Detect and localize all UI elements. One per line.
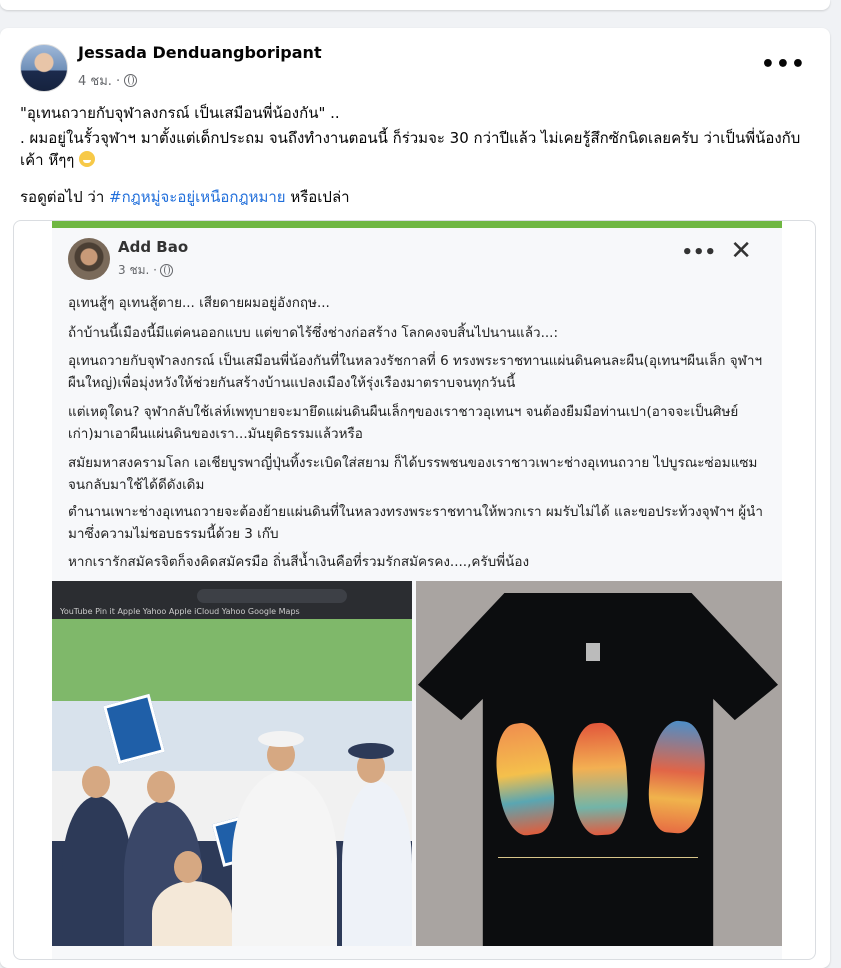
post-text-line3-suffix: หรือเปล่า [285, 188, 350, 206]
post-text-line2: . ผมอยู่ในรั้วจุฬาฯ มาตั้งแต่เด็กประถม จ… [20, 127, 810, 171]
protester-hat [348, 743, 394, 759]
shared-paragraph: หากเรารักสมัครจิตก็จงคิดสมัครมือ ถิ่นสีน… [68, 554, 530, 570]
signature-graphic [498, 846, 698, 858]
browser-url-bar [197, 589, 347, 603]
protest-photo: YouTube Pin it Apple Yahoo Apple iCloud … [52, 581, 412, 946]
footprint-graphic [645, 718, 709, 836]
hashtag-link[interactable]: #กฎหมู่จะอยู่เหนือกฎหมาย [109, 188, 286, 206]
shared-time: 3 ชม. · [118, 263, 157, 277]
shared-post-image[interactable]: Add Bao 3 ชม. · ••• ✕ อุเทนสู้ๆ อุเทนสู้… [13, 220, 816, 960]
shared-close-icon: ✕ [730, 236, 752, 266]
post-card: Jessada Denduangboripant 4 ชม. · ••• "อุ… [0, 28, 830, 968]
globe-icon [124, 74, 138, 87]
shared-paragraph: ตำนานเพาะช่างอุเทนถวายจะต้องย้ายแผ่นดินท… [68, 504, 763, 542]
post-author[interactable]: Jessada Denduangboripant [78, 43, 322, 62]
protester-head [174, 851, 202, 883]
post-text-line3: รอดูต่อไป ว่า #กฎหมู่จะอยู่เหนือกฎหมาย ห… [20, 186, 810, 208]
protester [152, 881, 232, 946]
footprint-graphic [570, 721, 630, 837]
shared-post-screenshot: Add Bao 3 ชม. · ••• ✕ อุเทนสู้ๆ อุเทนสู้… [52, 221, 782, 959]
footprint-graphic [490, 719, 560, 839]
shirt-tag [586, 643, 600, 661]
post-meta: 4 ชม. · [78, 70, 138, 91]
shared-author: Add Bao [118, 238, 189, 256]
browser-bar: YouTube Pin it Apple Yahoo Apple iCloud … [52, 581, 412, 619]
black-tshirt [418, 593, 778, 946]
protester [342, 781, 412, 946]
blue-flag [103, 693, 165, 765]
author-avatar[interactable] [20, 44, 68, 92]
protester-head [82, 766, 110, 798]
protester-hat [258, 731, 304, 747]
shared-globe-icon [159, 264, 173, 277]
shared-meta: 3 ชม. · [118, 261, 173, 280]
shared-paragraph: แต่เหตุใดน? จุฬากลับใช้เล่ห์เพทุบายจะมาย… [68, 404, 739, 442]
shared-paragraph: อุเทนถวายกับจุฬาลงกรณ์ เป็นเสมือนพี่น้อง… [68, 353, 763, 391]
shared-paragraph: ถ้าบ้านนี้เมืองนี้มีแต่คนออกแบบ แต่ขาดไร… [68, 325, 559, 341]
protester [62, 796, 132, 946]
more-options-icon[interactable]: ••• [761, 52, 806, 77]
shared-paragraph: สมัยมหาสงครามโลก เอเชียบูรพาญี่ปุ่นทิ้งร… [68, 455, 758, 493]
post-text-line2-content: . ผมอยู่ในรั้วจุฬาฯ มาตั้งแต่เด็กประถม จ… [20, 129, 801, 169]
previous-post-card [0, 0, 830, 10]
shared-paragraph: อุเทนสู้ๆ อุเทนสู้ตาย... เสียดายผมอยู่อั… [68, 295, 330, 311]
protester [232, 771, 337, 946]
shared-author-avatar [68, 238, 110, 280]
browser-bookmarks: YouTube Pin it Apple Yahoo Apple iCloud … [60, 607, 300, 616]
post-text-line3-prefix: รอดูต่อไป ว่า [20, 188, 110, 206]
post-text-line1: "อุเทนถวายกับจุฬาลงกรณ์ เป็นเสมือนพี่น้อ… [20, 104, 340, 122]
tshirt-photo [416, 581, 782, 946]
shared-more-icon: ••• [681, 242, 716, 263]
post-time[interactable]: 4 ชม. · [78, 70, 120, 91]
protester-head [147, 771, 175, 803]
grinning-emoji-icon [79, 151, 96, 167]
